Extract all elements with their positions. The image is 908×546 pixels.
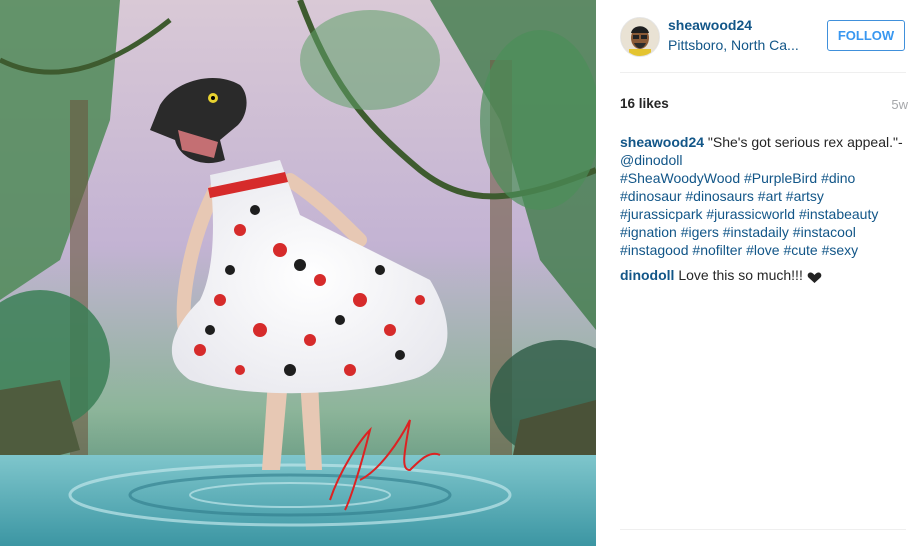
- hashtag-link[interactable]: #instagood: [620, 242, 689, 258]
- hashtag-link[interactable]: #instabeauty: [799, 206, 878, 222]
- hashtag-link[interactable]: #cute: [783, 242, 817, 258]
- hashtag-link[interactable]: #PurpleBird: [744, 170, 817, 186]
- divider: [620, 529, 906, 530]
- hashtag-link[interactable]: #artsy: [786, 188, 824, 204]
- post-age[interactable]: 5w: [891, 97, 908, 112]
- black-heart-icon: [807, 270, 822, 284]
- comment-text: Love this so much!!!: [678, 267, 803, 283]
- post-header: sheawood24 Pittsboro, North Ca... FOLLOW: [596, 0, 908, 72]
- hashtag-link[interactable]: #igers: [681, 224, 719, 240]
- hashtag-link[interactable]: #dinosaurs: [685, 188, 754, 204]
- hashtag-link[interactable]: #jurassicworld: [706, 206, 795, 222]
- avatar[interactable]: [620, 17, 660, 57]
- hashtag-link[interactable]: #dinosaur: [620, 188, 682, 204]
- likes-count[interactable]: 16 likes: [620, 96, 669, 111]
- post-details-panel: sheawood24 Pittsboro, North Ca... FOLLOW…: [596, 0, 908, 546]
- follow-button[interactable]: FOLLOW: [827, 20, 905, 51]
- divider: [620, 72, 906, 73]
- hashtag-link[interactable]: #ignation: [620, 224, 677, 240]
- hashtag-link[interactable]: #SheaWoodyWood: [620, 170, 740, 186]
- caption-text: "She's got serious rex appeal."-: [707, 134, 903, 150]
- caption: sheawood24 "She's got serious rex appeal…: [620, 133, 906, 259]
- post-image[interactable]: [0, 0, 596, 546]
- caption-author-link[interactable]: sheawood24: [620, 134, 704, 150]
- hashtag-link[interactable]: #nofilter: [692, 242, 742, 258]
- comment-author-link[interactable]: dinodoll: [620, 267, 674, 283]
- hashtag-link[interactable]: #dino: [821, 170, 855, 186]
- post-location-link[interactable]: Pittsboro, North Ca...: [668, 37, 799, 53]
- hashtag-link[interactable]: #love: [746, 242, 779, 258]
- hashtag-link[interactable]: #instacool: [793, 224, 856, 240]
- post-author-link[interactable]: sheawood24: [668, 17, 752, 33]
- mention-link[interactable]: @dinodoll: [620, 152, 682, 168]
- hashtag-link[interactable]: #sexy: [822, 242, 859, 258]
- hashtag-link[interactable]: #art: [758, 188, 782, 204]
- hashtag-link[interactable]: #instadaily: [723, 224, 789, 240]
- comment: dinodoll Love this so much!!!: [620, 266, 906, 284]
- hashtag-link[interactable]: #jurassicpark: [620, 206, 702, 222]
